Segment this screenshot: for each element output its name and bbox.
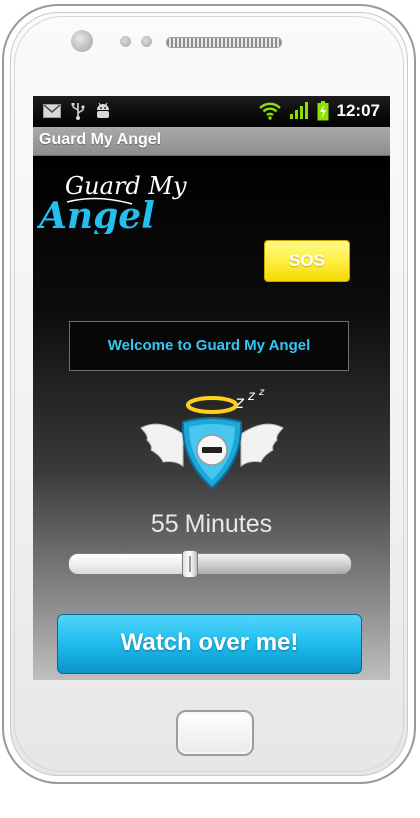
proximity-sensor — [120, 36, 131, 47]
svg-text:z: z — [247, 389, 256, 404]
usb-icon — [71, 103, 85, 120]
app-title-bar: Guard My Angel — [33, 127, 390, 156]
signal-icon — [289, 102, 308, 119]
front-camera — [71, 30, 93, 52]
timer-slider[interactable] — [68, 550, 352, 578]
main-content: Guard My Angel SOS Welcome to Guard My A… — [33, 156, 390, 680]
home-button[interactable] — [176, 710, 254, 756]
battery-charging-icon — [317, 101, 329, 121]
svg-text:Angel: Angel — [37, 195, 155, 234]
timer-display: 55 Minutes — [33, 510, 390, 539]
slider-track — [68, 553, 352, 575]
svg-text:z: z — [258, 388, 265, 398]
slider-fill — [69, 554, 191, 574]
sleeping-angel-shield-icon: z z z — [140, 388, 284, 490]
app-title: Guard My Angel — [39, 131, 162, 148]
gmail-icon — [43, 104, 61, 118]
guard-my-angel-logo: Guard My Angel — [37, 172, 187, 234]
phone-screen: 12:07 Guard My Angel Guard My Angel SOS … — [33, 96, 390, 680]
light-sensor — [141, 36, 152, 47]
android-debug-icon — [97, 102, 109, 118]
timer-value: 55 — [150, 510, 179, 538]
timer-unit: Minutes — [184, 510, 273, 538]
earpiece-speaker — [166, 37, 282, 48]
wifi-icon — [258, 102, 281, 120]
status-clock: 12:07 — [336, 101, 380, 120]
watch-over-me-button[interactable]: Watch over me! — [57, 614, 362, 674]
slider-thumb[interactable] — [182, 550, 199, 578]
sos-button[interactable]: SOS — [264, 240, 350, 282]
welcome-message: Welcome to Guard My Angel — [69, 321, 349, 371]
status-bar: 12:07 — [33, 96, 390, 127]
